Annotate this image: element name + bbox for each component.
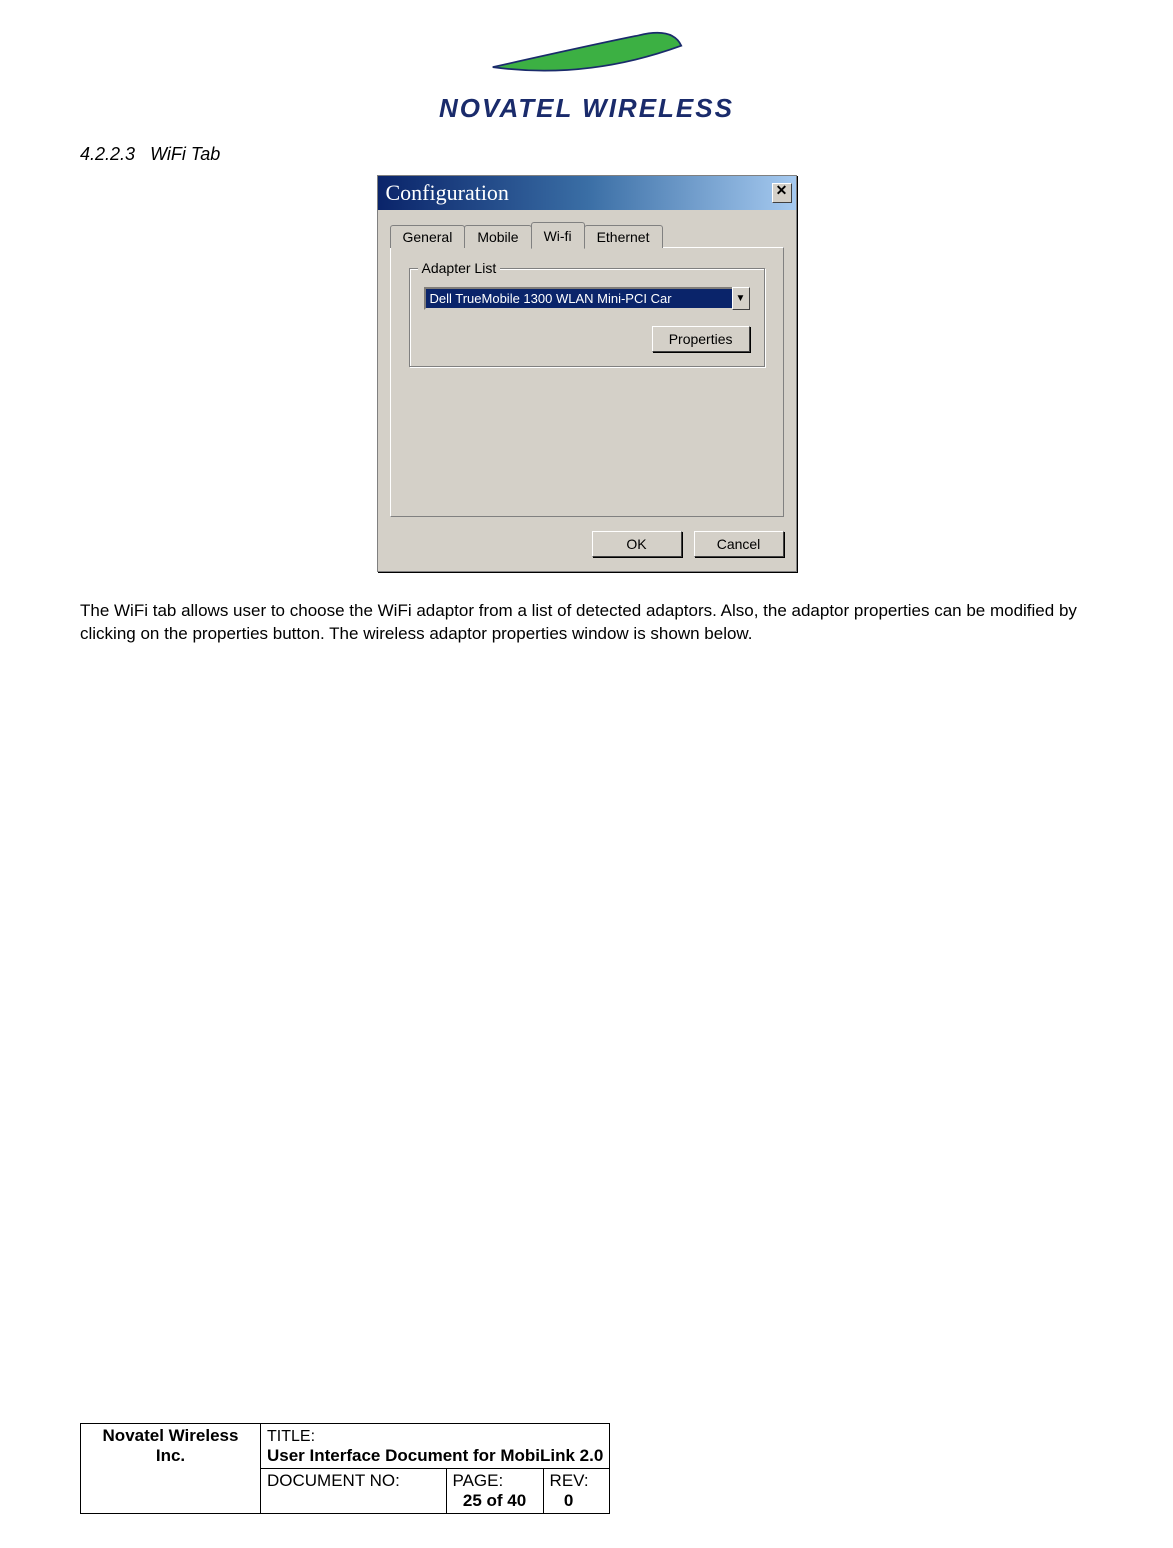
footer-rev-cell: REV: 0 bbox=[543, 1469, 610, 1514]
section-heading: 4.2.2.3 WiFi Tab bbox=[80, 144, 1093, 165]
document-footer: Novatel Wireless Inc. TITLE: User Interf… bbox=[80, 1423, 610, 1514]
footer-page-cell: PAGE: 25 of 40 bbox=[446, 1469, 543, 1514]
tab-ethernet[interactable]: Ethernet bbox=[584, 225, 663, 248]
ok-button[interactable]: OK bbox=[592, 531, 682, 557]
footer-title-label: TITLE: bbox=[267, 1428, 315, 1445]
tab-general[interactable]: General bbox=[390, 225, 466, 248]
footer-docno-label: DOCUMENT NO: bbox=[267, 1471, 400, 1490]
dialog-body: General Mobile Wi-fi Ethernet Adapter Li… bbox=[378, 210, 796, 571]
footer-page-label: PAGE: bbox=[453, 1471, 504, 1490]
tab-mobile[interactable]: Mobile bbox=[464, 225, 531, 248]
configuration-dialog: Configuration ✕ General Mobile Wi-fi Eth… bbox=[377, 175, 797, 572]
close-button[interactable]: ✕ bbox=[772, 183, 792, 203]
adapter-combobox[interactable]: Dell TrueMobile 1300 WLAN Mini-PCI Car ▼ bbox=[424, 287, 750, 310]
adapter-combobox-value: Dell TrueMobile 1300 WLAN Mini-PCI Car bbox=[424, 287, 732, 310]
footer-docno-cell: DOCUMENT NO: bbox=[261, 1469, 447, 1514]
tab-mobile-label: Mobile bbox=[477, 229, 518, 245]
footer-rev-label: REV: bbox=[550, 1471, 589, 1490]
section-number: 4.2.2.3 bbox=[80, 144, 135, 164]
swoosh-icon bbox=[467, 20, 707, 80]
footer-title-cell: TITLE: User Interface Document for MobiL… bbox=[261, 1424, 610, 1469]
logo-header: NOVATEL WIRELESS bbox=[80, 20, 1093, 124]
tab-ethernet-label: Ethernet bbox=[597, 229, 650, 245]
titlebar: Configuration ✕ bbox=[378, 176, 796, 210]
tabstrip: General Mobile Wi-fi Ethernet bbox=[390, 222, 784, 248]
logo-text: NOVATEL WIRELESS bbox=[80, 93, 1093, 124]
tab-panel: Adapter List Dell TrueMobile 1300 WLAN M… bbox=[390, 247, 784, 517]
tab-wifi[interactable]: Wi-fi bbox=[531, 222, 585, 249]
dialog-screenshot: Configuration ✕ General Mobile Wi-fi Eth… bbox=[80, 175, 1093, 572]
footer-company: Novatel Wireless Inc. bbox=[81, 1424, 261, 1514]
tab-general-label: General bbox=[403, 229, 453, 245]
dialog-title: Configuration bbox=[386, 180, 509, 206]
chevron-down-icon[interactable]: ▼ bbox=[732, 287, 750, 310]
footer-rev-value: 0 bbox=[550, 1491, 604, 1511]
cancel-button[interactable]: Cancel bbox=[694, 531, 784, 557]
wifi-tab-description: The WiFi tab allows user to choose the W… bbox=[80, 600, 1093, 646]
adapter-list-label: Adapter List bbox=[418, 260, 501, 276]
properties-button[interactable]: Properties bbox=[652, 326, 750, 352]
footer-page-value: 25 of 40 bbox=[453, 1491, 537, 1511]
adapter-list-group: Adapter List Dell TrueMobile 1300 WLAN M… bbox=[409, 268, 765, 367]
dialog-buttons: OK Cancel bbox=[390, 531, 784, 557]
tab-wifi-label: Wi-fi bbox=[544, 228, 572, 244]
section-title: WiFi Tab bbox=[150, 144, 220, 164]
close-icon: ✕ bbox=[776, 184, 788, 199]
footer-title-value: User Interface Document for MobiLink 2.0 bbox=[267, 1446, 603, 1466]
